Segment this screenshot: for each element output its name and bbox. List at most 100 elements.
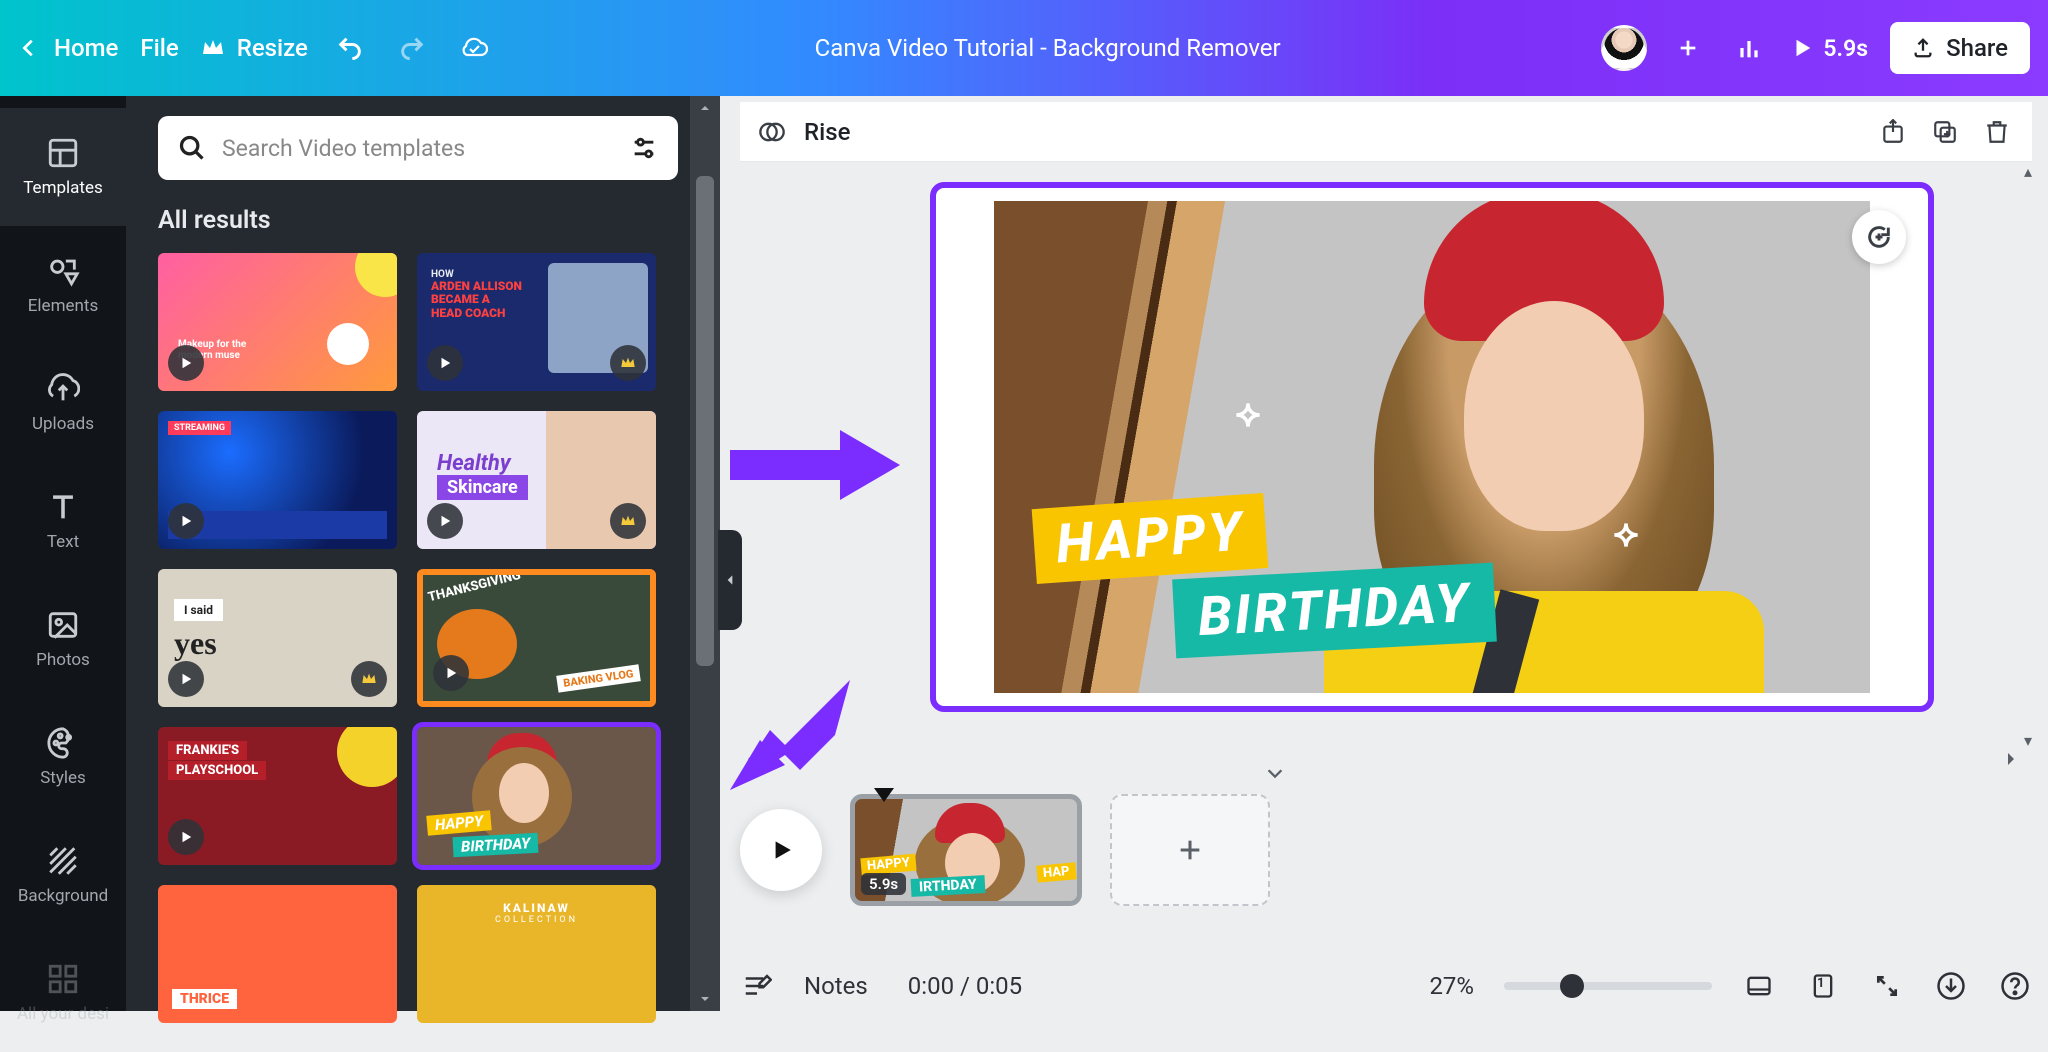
rail-your-designs[interactable]: All your desi: [0, 934, 126, 1052]
template-thumb[interactable]: I said yes: [158, 569, 397, 707]
add-page-button[interactable]: [1852, 210, 1906, 264]
scrollbar-thumb[interactable]: [696, 176, 714, 666]
rail-uploads[interactable]: Uploads: [0, 344, 126, 462]
avatar[interactable]: [1601, 25, 1647, 71]
file-label: File: [140, 34, 178, 62]
premium-icon: [351, 661, 387, 697]
resize-menu[interactable]: Resize: [201, 34, 308, 62]
panel-scrollbar[interactable]: [690, 96, 720, 1011]
add-collaborator-button[interactable]: [1669, 29, 1707, 67]
canvas-stage[interactable]: HAPPY BIRTHDAY: [740, 162, 2024, 751]
search-input[interactable]: [222, 135, 614, 162]
timeline-toggle[interactable]: [1264, 762, 1286, 788]
canvas-toolbar: Rise: [740, 102, 2032, 162]
sliders-icon[interactable]: [630, 134, 658, 162]
text-icon: [46, 490, 80, 524]
template-thumb[interactable]: KALINAW COLLECTION: [417, 885, 656, 1023]
text-happy[interactable]: HAPPY: [1032, 493, 1269, 584]
rail-photos[interactable]: Photos: [0, 580, 126, 698]
annotation-arrow-right: [730, 430, 900, 500]
template-thumb[interactable]: HOWARDEN ALLISONBECAME AHEAD COACH: [417, 253, 656, 391]
preview-play-button[interactable]: 5.9s: [1791, 35, 1868, 62]
file-menu[interactable]: File: [140, 34, 178, 62]
play-icon: [427, 345, 463, 381]
text-birthday[interactable]: BIRTHDAY: [1172, 563, 1497, 659]
template-thumb[interactable]: Makeup for themodern muse: [158, 253, 397, 391]
template-thumb[interactable]: STREAMING: [158, 411, 397, 549]
search-icon: [178, 134, 206, 162]
analytics-button[interactable]: [1729, 28, 1769, 68]
help-button[interactable]: [1998, 969, 2032, 1003]
cloud-save-button[interactable]: [454, 28, 494, 68]
rail-elements[interactable]: Elements: [0, 226, 126, 344]
template-thumb[interactable]: FRANKIE'S PLAYSCHOOL: [158, 727, 397, 865]
grid-view-button[interactable]: [1742, 969, 1776, 1003]
chevron-up-icon: [699, 102, 711, 114]
grid-icon: [46, 962, 80, 996]
styles-icon: [46, 726, 80, 760]
rail-background[interactable]: Background: [0, 816, 126, 934]
add-clip-button[interactable]: [1110, 794, 1270, 906]
resize-label: Resize: [237, 34, 308, 62]
timeline: HAPPY IRTHDAY HAP 5.9s: [740, 790, 2024, 910]
play-icon: [433, 655, 469, 691]
zoom-value: 27%: [1429, 972, 1474, 1000]
timeline-play-button[interactable]: [740, 809, 822, 891]
transition-name[interactable]: Rise: [804, 118, 850, 146]
fullscreen-button[interactable]: [1870, 969, 1904, 1003]
duplicate-page-button[interactable]: [1928, 115, 1962, 149]
undo-icon: [336, 34, 364, 62]
rail-text[interactable]: Text: [0, 462, 126, 580]
panel-collapse-tab[interactable]: [718, 530, 742, 630]
template-thumb-selected[interactable]: HAPPY BIRTHDAY: [417, 727, 656, 865]
download-icon: [1936, 971, 1966, 1001]
chevron-down-icon: [699, 993, 711, 1005]
templates-icon: [46, 136, 80, 170]
scroll-up-button[interactable]: [690, 96, 720, 120]
redo-button[interactable]: [392, 28, 432, 68]
zoom-knob[interactable]: [1560, 974, 1584, 998]
delete-page-button[interactable]: [1980, 115, 2014, 149]
template-thumb[interactable]: THRICE: [158, 885, 397, 1023]
template-thumb[interactable]: THANKSGIVING BAKING VLOG: [417, 569, 656, 707]
panel-heading: All results: [158, 206, 702, 235]
project-title[interactable]: Canva Video Tutorial - Background Remove…: [516, 34, 1580, 62]
timeline-clip[interactable]: HAPPY IRTHDAY HAP 5.9s: [850, 794, 1082, 906]
transition-icon[interactable]: [758, 118, 786, 146]
share-button[interactable]: Share: [1890, 22, 2030, 74]
help-icon: [2000, 971, 2030, 1001]
notes-icon-button[interactable]: [740, 969, 774, 1003]
page-list-button[interactable]: 1: [1806, 969, 1840, 1003]
rail-background-label: Background: [18, 886, 108, 906]
time-display: 0:00 / 0:05: [908, 972, 1022, 1000]
scroll-up-icon: ▴: [2024, 162, 2044, 182]
rail-styles[interactable]: Styles: [0, 698, 126, 816]
crown-icon: [201, 38, 225, 58]
undo-button[interactable]: [330, 28, 370, 68]
export-page-button[interactable]: [1876, 115, 1910, 149]
design-frame[interactable]: HAPPY BIRTHDAY: [930, 182, 1934, 712]
plus-icon: [1677, 37, 1699, 59]
grid-view-icon: [1745, 972, 1773, 1000]
canvas-scrollbar[interactable]: ▴ ▾: [2024, 162, 2044, 751]
home-button[interactable]: Home: [18, 34, 118, 62]
scroll-down-button[interactable]: [690, 987, 720, 1011]
search-bar[interactable]: [158, 116, 678, 180]
play-icon: [168, 661, 204, 697]
download-circle-button[interactable]: [1934, 969, 1968, 1003]
scroll-right-icon[interactable]: [2002, 750, 2020, 768]
notes-label[interactable]: Notes: [804, 972, 868, 1000]
scroll-down-icon: ▾: [2024, 731, 2044, 751]
duplicate-icon: [1932, 119, 1958, 145]
design-content[interactable]: HAPPY BIRTHDAY: [994, 201, 1870, 693]
clip-text-birthday: IRTHDAY: [911, 875, 985, 897]
notes-icon: [742, 971, 772, 1001]
timeline-playhead[interactable]: [874, 788, 894, 802]
play-icon: [768, 837, 794, 863]
sparkle-icon: [1234, 401, 1262, 429]
rail-templates[interactable]: Templates: [0, 108, 126, 226]
play-icon: [427, 503, 463, 539]
share-label: Share: [1946, 34, 2008, 62]
zoom-slider[interactable]: [1504, 982, 1712, 990]
template-thumb[interactable]: Healthy Skincare: [417, 411, 656, 549]
